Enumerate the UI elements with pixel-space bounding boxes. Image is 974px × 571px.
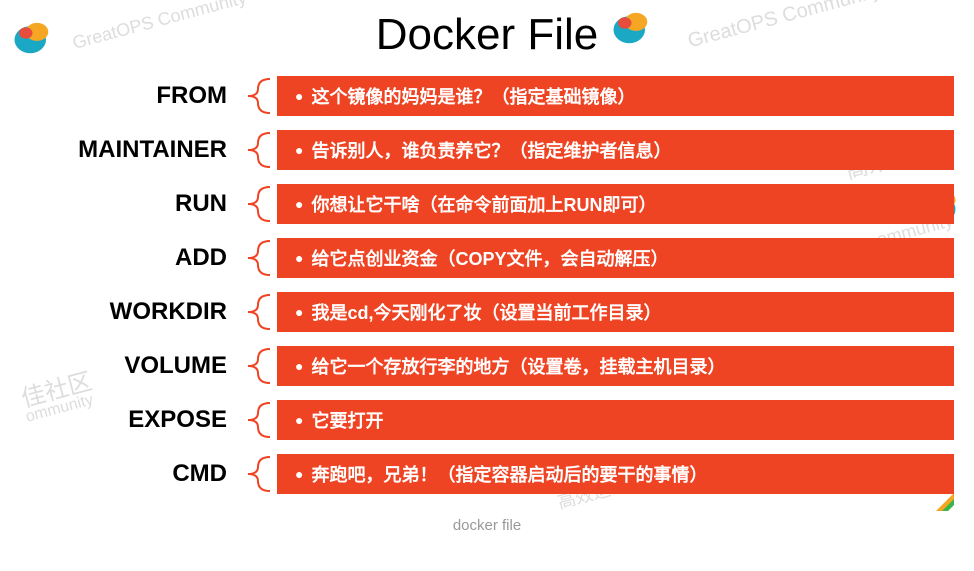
instruction-description: ● 奔跑吧，兄弟！（指定容器启动后的要干的事情） [277, 454, 954, 494]
instruction-description: ● 给它点创业资金（COPY文件，会自动解压） [277, 238, 954, 278]
bullet-icon: ● [295, 304, 303, 320]
instruction-list: FROM ● 这个镜像的妈妈是谁？（指定基础镜像） MAINTAINER ● 告诉别… [0, 75, 974, 495]
bullet-icon: ● [295, 250, 303, 266]
instruction-label: FROM [0, 82, 235, 110]
image-caption: docker file [0, 517, 974, 534]
instruction-row: WORKDIR ● 我是cd,今天刚化了妆（设置当前工作目录） [0, 291, 954, 333]
instruction-label: EXPOSE [0, 406, 235, 434]
description-text: 告诉别人，谁负责养它？（指定维护者信息） [311, 137, 671, 163]
instruction-label: VOLUME [0, 352, 235, 380]
instruction-description: ● 你想让它干啥（在命令前面加上RUN即可） [277, 184, 954, 224]
description-text: 奔跑吧，兄弟！（指定容器启动后的要干的事情） [311, 461, 707, 487]
description-text: 给它一个存放行李的地方（设置卷，挂载主机目录） [311, 353, 725, 379]
brace-icon [235, 399, 277, 441]
bullet-icon: ● [295, 358, 303, 374]
instruction-row: EXPOSE ● 它要打开 [0, 399, 954, 441]
description-text: 给它点创业资金（COPY文件，会自动解压） [311, 245, 668, 271]
description-text: 我是cd,今天刚化了妆（设置当前工作目录） [311, 299, 661, 325]
description-text: 它要打开 [311, 407, 383, 433]
bullet-icon: ● [295, 412, 303, 428]
brace-icon [235, 345, 277, 387]
instruction-description: ● 它要打开 [277, 400, 954, 440]
bullet-icon: ● [295, 196, 303, 212]
brace-icon [235, 183, 277, 225]
brace-icon [235, 237, 277, 279]
instruction-description: ● 给它一个存放行李的地方（设置卷，挂载主机目录） [277, 346, 954, 386]
brace-icon [235, 75, 277, 117]
bullet-icon: ● [295, 142, 303, 158]
instruction-label: WORKDIR [0, 298, 235, 326]
instruction-label: MAINTAINER [0, 136, 235, 164]
instruction-label: ADD [0, 244, 235, 272]
instruction-row: CMD ● 奔跑吧，兄弟！（指定容器启动后的要干的事情） [0, 453, 954, 495]
instruction-row: RUN ● 你想让它干啥（在命令前面加上RUN即可） [0, 183, 954, 225]
page-title: Docker File [0, 0, 974, 75]
description-text: 这个镜像的妈妈是谁？（指定基础镜像） [311, 83, 635, 109]
brace-icon [235, 453, 277, 495]
instruction-description: ● 我是cd,今天刚化了妆（设置当前工作目录） [277, 292, 954, 332]
brace-icon [235, 129, 277, 171]
instruction-description: ● 这个镜像的妈妈是谁？（指定基础镜像） [277, 76, 954, 116]
bullet-icon: ● [295, 88, 303, 104]
instruction-row: FROM ● 这个镜像的妈妈是谁？（指定基础镜像） [0, 75, 954, 117]
brace-icon [235, 291, 277, 333]
instruction-row: MAINTAINER ● 告诉别人，谁负责养它？（指定维护者信息） [0, 129, 954, 171]
instruction-row: ADD ● 给它点创业资金（COPY文件，会自动解压） [0, 237, 954, 279]
bullet-icon: ● [295, 466, 303, 482]
instruction-label: CMD [0, 460, 235, 488]
instruction-row: VOLUME ● 给它一个存放行李的地方（设置卷，挂载主机目录） [0, 345, 954, 387]
corner-accent-icon [936, 493, 954, 511]
instruction-label: RUN [0, 190, 235, 218]
description-text: 你想让它干啥（在命令前面加上RUN即可） [311, 191, 656, 217]
instruction-description: ● 告诉别人，谁负责养它？（指定维护者信息） [277, 130, 954, 170]
